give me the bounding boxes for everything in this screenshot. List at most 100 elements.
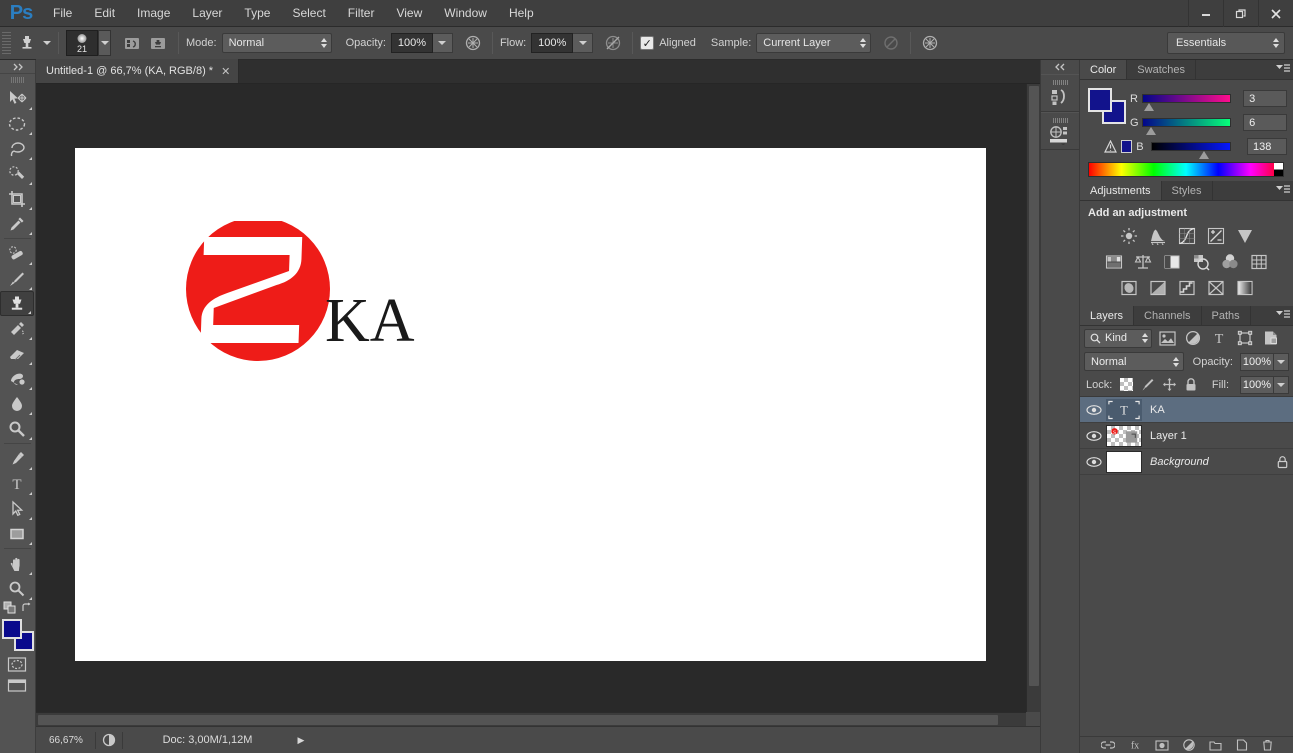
layer-name[interactable]: Layer 1 bbox=[1150, 430, 1271, 442]
aligned-checkbox[interactable]: ✓ bbox=[640, 36, 655, 50]
threshold-icon[interactable] bbox=[1176, 278, 1198, 298]
flow-chevron-down-icon[interactable] bbox=[573, 33, 594, 53]
green-slider-track[interactable] bbox=[1142, 118, 1232, 135]
layer-opacity-input[interactable]: 100% bbox=[1240, 352, 1274, 371]
options-bar-grip[interactable] bbox=[2, 32, 11, 54]
status-menu-arrow-icon[interactable]: ▶ bbox=[292, 732, 310, 749]
curves-icon[interactable] bbox=[1176, 226, 1198, 246]
canvas-area[interactable]: KA bbox=[36, 84, 1040, 726]
layer-blend-mode-select[interactable]: Normal bbox=[1084, 352, 1184, 371]
layer-thumbnail[interactable]: T bbox=[1106, 398, 1142, 421]
exposure-icon[interactable] bbox=[1205, 226, 1227, 246]
color-panel-chips[interactable] bbox=[1088, 88, 1126, 124]
clone-stamp-tool-icon[interactable] bbox=[14, 31, 40, 55]
tools-panel-grip[interactable] bbox=[0, 74, 35, 86]
layer-opacity-chevron-down-icon[interactable] bbox=[1274, 352, 1289, 371]
black-white-icon[interactable] bbox=[1161, 252, 1183, 272]
layer-thumbnail[interactable] bbox=[1106, 450, 1142, 473]
tab-styles[interactable]: Styles bbox=[1162, 181, 1213, 200]
layer-visibility-toggle-icon[interactable] bbox=[1082, 397, 1106, 423]
shape-layer-filter-icon[interactable] bbox=[1234, 328, 1256, 348]
flow-input[interactable]: 100% bbox=[531, 33, 574, 53]
layer-name[interactable]: Background bbox=[1150, 456, 1271, 468]
layer-visibility-toggle-icon[interactable] bbox=[1082, 423, 1106, 449]
hand-tool[interactable] bbox=[0, 551, 34, 576]
layers-panel-menu-icon[interactable] bbox=[1276, 310, 1290, 320]
color-panel-foreground-chip[interactable] bbox=[1088, 88, 1112, 112]
tablet-pressure-size-icon[interactable] bbox=[918, 32, 942, 54]
black-white-endpoint[interactable] bbox=[1274, 163, 1283, 176]
zoom-level-input[interactable]: 66,67% bbox=[44, 731, 96, 749]
foreground-background-colors[interactable] bbox=[2, 619, 36, 653]
quick-mask-toggle[interactable] bbox=[0, 653, 34, 675]
default-colors-icon[interactable] bbox=[3, 601, 17, 615]
opacity-chevron-down-icon[interactable] bbox=[432, 33, 453, 53]
workspace-switcher[interactable]: Essentials bbox=[1167, 32, 1285, 54]
pixel-layer-filter-icon[interactable] bbox=[1156, 328, 1178, 348]
lock-all-icon[interactable] bbox=[1183, 377, 1199, 393]
eraser-tool[interactable] bbox=[0, 341, 34, 366]
toggle-brush-panel-icon[interactable] bbox=[119, 31, 145, 55]
airbrush-toggle-icon[interactable] bbox=[601, 32, 625, 54]
mini-bridge-panel-icon[interactable] bbox=[1041, 112, 1079, 150]
tab-layers[interactable]: Layers bbox=[1080, 306, 1135, 325]
type-layer-filter-icon[interactable]: T bbox=[1208, 328, 1230, 348]
canvas-vertical-scrollbar[interactable] bbox=[1026, 84, 1040, 712]
foreground-color-chip[interactable] bbox=[2, 619, 22, 639]
vibrance-icon[interactable] bbox=[1234, 226, 1256, 246]
pen-tool[interactable] bbox=[0, 446, 34, 471]
eyedropper-tool[interactable] bbox=[0, 211, 34, 236]
smart-object-filter-icon[interactable] bbox=[1260, 328, 1282, 348]
elliptical-marquee-tool[interactable] bbox=[0, 111, 34, 136]
lock-transparent-pixels-icon[interactable] bbox=[1120, 378, 1134, 391]
vertical-scroll-thumb[interactable] bbox=[1029, 86, 1039, 686]
horizontal-type-tool[interactable]: T bbox=[0, 471, 34, 496]
tab-adjustments[interactable]: Adjustments bbox=[1080, 181, 1162, 200]
channel-mixer-icon[interactable] bbox=[1219, 252, 1241, 272]
brush-preset-picker[interactable]: 21 bbox=[66, 30, 98, 56]
new-fill-adjustment-icon[interactable] bbox=[1183, 739, 1195, 751]
layer-visibility-toggle-icon[interactable] bbox=[1082, 449, 1106, 475]
color-balance-icon[interactable] bbox=[1132, 252, 1154, 272]
brush-tool[interactable] bbox=[0, 266, 34, 291]
screen-mode-toggle[interactable] bbox=[0, 675, 34, 697]
path-selection-tool[interactable] bbox=[0, 496, 34, 521]
red-slider-track[interactable] bbox=[1142, 94, 1232, 111]
new-group-icon[interactable] bbox=[1209, 740, 1222, 751]
red-value-input[interactable]: 3 bbox=[1243, 90, 1287, 107]
menu-edit[interactable]: Edit bbox=[83, 0, 126, 27]
green-slider-thumb[interactable] bbox=[1146, 127, 1157, 135]
table-row[interactable]: S Layer 1 bbox=[1080, 423, 1293, 449]
menu-type[interactable]: Type bbox=[233, 0, 281, 27]
levels-icon[interactable] bbox=[1147, 226, 1169, 246]
color-swap-controls[interactable] bbox=[0, 601, 35, 615]
layer-filter-kind-select[interactable]: Kind bbox=[1084, 328, 1152, 348]
blue-slider-thumb[interactable] bbox=[1199, 151, 1210, 159]
blur-tool[interactable] bbox=[0, 391, 34, 416]
red-slider-thumb[interactable] bbox=[1144, 103, 1155, 111]
restore-button[interactable] bbox=[1223, 0, 1258, 27]
blue-value-input[interactable]: 138 bbox=[1247, 138, 1287, 155]
adjustment-layer-filter-icon[interactable] bbox=[1182, 328, 1204, 348]
document-tab[interactable]: Untitled-1 @ 66,7% (KA, RGB/8) * ✕ bbox=[36, 59, 240, 83]
new-layer-icon[interactable] bbox=[1236, 739, 1248, 751]
adjustments-panel-menu-icon[interactable] bbox=[1276, 185, 1290, 195]
horizontal-scroll-thumb[interactable] bbox=[38, 715, 998, 725]
invert-icon[interactable] bbox=[1118, 278, 1140, 298]
hue-saturation-icon[interactable] bbox=[1103, 252, 1125, 272]
menu-layer[interactable]: Layer bbox=[181, 0, 233, 27]
history-brush-tool[interactable] bbox=[0, 316, 34, 341]
blue-slider-track[interactable] bbox=[1151, 142, 1232, 159]
color-lookup-icon[interactable] bbox=[1248, 252, 1270, 272]
tool-preset-chevron-down-icon[interactable] bbox=[43, 41, 51, 45]
layer-style-icon[interactable]: fx bbox=[1129, 739, 1141, 752]
menu-select[interactable]: Select bbox=[281, 0, 336, 27]
tab-channels[interactable]: Channels bbox=[1134, 306, 1202, 325]
lasso-tool[interactable] bbox=[0, 136, 34, 161]
layer-name[interactable]: KA bbox=[1150, 404, 1271, 416]
move-tool[interactable] bbox=[0, 86, 34, 111]
ignore-adjustment-layers-icon[interactable] bbox=[879, 32, 903, 54]
swap-colors-icon[interactable] bbox=[21, 602, 33, 614]
tab-paths[interactable]: Paths bbox=[1202, 306, 1251, 325]
menu-image[interactable]: Image bbox=[126, 0, 181, 27]
